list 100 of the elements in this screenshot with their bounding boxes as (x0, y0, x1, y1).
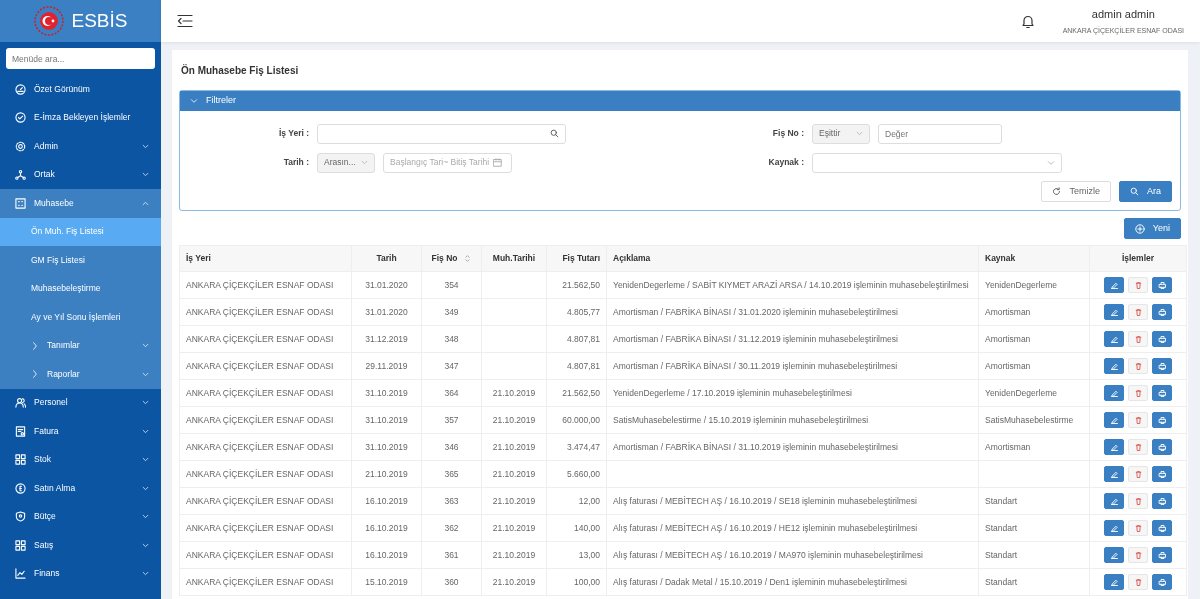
menu-item[interactable]: Özet Görünüm (0, 75, 161, 104)
edit-icon (1109, 334, 1119, 344)
menu-item[interactable]: Tanımlar (0, 331, 161, 360)
new-button[interactable]: Yeni (1123, 218, 1181, 239)
menu-item[interactable]: Fatura (0, 417, 161, 446)
menu-item[interactable]: Raporlar (0, 360, 161, 389)
menu-item[interactable]: Personel (0, 388, 161, 417)
table-cell: ANKARA ÇİÇEKÇİLER ESNAF ODASI (179, 298, 352, 326)
column-header: İş Yeri (179, 245, 352, 272)
print-button[interactable] (1152, 385, 1172, 401)
edit-icon (1109, 361, 1119, 371)
edit-button[interactable] (1104, 493, 1124, 509)
grid-icon (15, 454, 26, 466)
menu-item[interactable]: Satın Alma (0, 474, 161, 503)
table-cell: 21.10.2019 (481, 568, 547, 596)
menu-item[interactable]: Bütçe (0, 502, 161, 531)
edit-button[interactable] (1104, 304, 1124, 320)
table-cell: 31.10.2019 (351, 406, 422, 434)
menu-item[interactable]: E-İmza Bekleyen İşlemler (0, 103, 161, 132)
edit-button[interactable] (1104, 385, 1124, 401)
table-cell: Amortisman / FABRİKA BİNASI / 31.10.2019 işleminin muhasebeleştirilmesi (606, 433, 979, 461)
table-cell: 4.807,81 (546, 325, 607, 353)
menu-item[interactable]: Satış (0, 531, 161, 560)
edit-button[interactable] (1104, 358, 1124, 374)
delete-button[interactable] (1128, 304, 1148, 320)
menu-item[interactable]: Muhasebe (0, 189, 161, 218)
print-button[interactable] (1152, 520, 1172, 536)
menu-search-field[interactable]: Menüde ara... (6, 48, 155, 69)
delete-button[interactable] (1128, 331, 1148, 347)
menu-collapse-icon (177, 14, 193, 28)
column-header[interactable]: Fiş No (421, 245, 482, 272)
value-field[interactable]: Değer (878, 123, 1002, 144)
table-cell: Amortisman (978, 298, 1090, 326)
print-button[interactable] (1152, 547, 1172, 563)
trash-icon (1133, 469, 1143, 479)
chevron-down-icon (142, 370, 149, 378)
print-button[interactable] (1152, 277, 1172, 293)
nodes-icon (15, 169, 26, 181)
edit-icon (1109, 442, 1119, 452)
edit-button[interactable] (1104, 412, 1124, 428)
menu-item[interactable]: GM Fiş Listesi (0, 246, 161, 275)
menu-item[interactable]: Admin (0, 132, 161, 161)
trash-icon (1133, 550, 1143, 560)
chevron-down-icon (142, 456, 149, 464)
printer-icon (1157, 388, 1167, 398)
delete-button[interactable] (1128, 412, 1148, 428)
print-button[interactable] (1152, 574, 1172, 590)
menu-item[interactable]: Ortak (0, 160, 161, 189)
print-button[interactable] (1152, 331, 1172, 347)
chevron-down-icon (142, 427, 149, 435)
trash-icon (1133, 388, 1143, 398)
print-button[interactable] (1152, 412, 1172, 428)
delete-button[interactable] (1128, 493, 1148, 509)
table-cell: YenidenDegerleme / SABİT KIYMET ARAZİ ARSA / 14.10.2019 işleminin muhasebeleştirilmesi (606, 271, 979, 299)
edit-button[interactable] (1104, 547, 1124, 563)
search-button[interactable]: Ara (1119, 181, 1172, 202)
operator-dropdown[interactable]: Arasın... (317, 152, 375, 173)
print-button[interactable] (1152, 466, 1172, 482)
chevron-down-icon (142, 541, 149, 549)
trash-icon (1133, 334, 1143, 344)
edit-icon (1109, 307, 1119, 317)
edit-button[interactable] (1104, 331, 1124, 347)
table-cell: 363 (421, 487, 482, 515)
edit-icon (1109, 388, 1119, 398)
search-field[interactable] (317, 123, 566, 144)
operator-dropdown[interactable]: Eşittir (812, 123, 870, 144)
menu-item[interactable]: Finans (0, 559, 161, 588)
table-cell: 31.12.2019 (351, 325, 422, 353)
trash-icon (1133, 523, 1143, 533)
table-cell: Standart (978, 541, 1090, 569)
print-button[interactable] (1152, 493, 1172, 509)
delete-button[interactable] (1128, 277, 1148, 293)
print-button[interactable] (1152, 304, 1172, 320)
search-icon (550, 129, 559, 138)
delete-button[interactable] (1128, 439, 1148, 455)
clear-button[interactable]: Temizle (1041, 181, 1111, 202)
edit-button[interactable] (1104, 520, 1124, 536)
table-cell: 31.01.2020 (351, 298, 422, 326)
menu-item[interactable]: Stok (0, 445, 161, 474)
delete-button[interactable] (1128, 358, 1148, 374)
edit-button[interactable] (1104, 574, 1124, 590)
delete-button[interactable] (1128, 520, 1148, 536)
table-cell: 21.562,50 (546, 271, 607, 299)
filter-panel-header[interactable]: Filtreler (180, 91, 1180, 111)
print-button[interactable] (1152, 358, 1172, 374)
edit-button[interactable] (1104, 277, 1124, 293)
delete-button[interactable] (1128, 385, 1148, 401)
menu-item[interactable]: Muhasebeleştirme (0, 274, 161, 303)
table-cell: 349 (421, 298, 482, 326)
field-label: Tarih : (282, 156, 310, 169)
delete-button[interactable] (1128, 574, 1148, 590)
print-button[interactable] (1152, 439, 1172, 455)
coin-icon (15, 482, 26, 494)
menu-item[interactable]: Ay ve Yıl Sonu İşlemleri (0, 303, 161, 332)
delete-button[interactable] (1128, 466, 1148, 482)
table-cell: ANKARA ÇİÇEKÇİLER ESNAF ODASI (179, 271, 352, 299)
edit-button[interactable] (1104, 466, 1124, 482)
edit-button[interactable] (1104, 439, 1124, 455)
delete-button[interactable] (1128, 547, 1148, 563)
table-cell: 21.10.2019 (481, 460, 547, 488)
